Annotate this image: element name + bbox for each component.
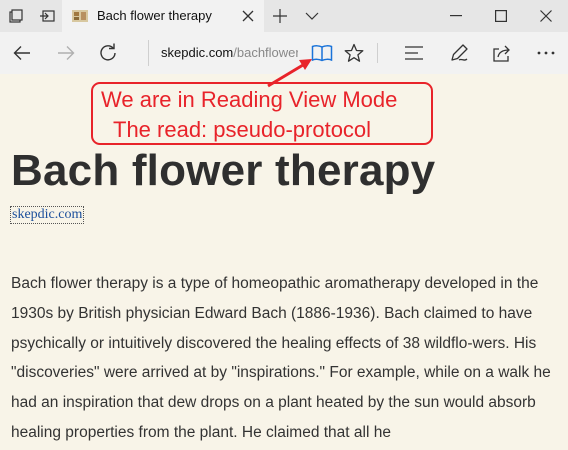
star-icon[interactable]: [334, 32, 374, 74]
annotation-line-1: We are in Reading View Mode: [101, 87, 398, 112]
minimize-icon[interactable]: [436, 0, 476, 32]
toolbar-divider: [377, 43, 378, 63]
share-icon[interactable]: [482, 32, 522, 74]
source-link[interactable]: skepdic.com: [9, 206, 85, 224]
close-icon[interactable]: [238, 6, 258, 26]
annotation-callout: We are in Reading View Mode The read: ps…: [91, 82, 433, 145]
article-body: Bach flower therapy is a type of homeopa…: [11, 275, 551, 441]
address-domain: skepdic.com: [161, 45, 234, 60]
refresh-icon[interactable]: [88, 32, 128, 74]
tab-actions-icon[interactable]: [0, 0, 32, 32]
close-icon[interactable]: [526, 0, 566, 32]
chevron-down-icon[interactable]: [298, 0, 326, 32]
forward-arrow-icon[interactable]: [46, 32, 86, 74]
plus-icon[interactable]: [266, 0, 294, 32]
page-favicon-icon: [71, 7, 89, 25]
maximize-icon[interactable]: [481, 0, 521, 32]
pen-icon[interactable]: [439, 32, 479, 74]
article-title: Bach flower therapy: [11, 146, 436, 195]
tab-bar: Bach flower therapy: [0, 0, 568, 32]
tab-bach-flower-therapy[interactable]: Bach flower therapy: [62, 0, 264, 32]
address-path: /bachflower.html: [233, 45, 298, 60]
set-aside-tabs-icon[interactable]: [32, 0, 62, 32]
ellipsis-icon[interactable]: [526, 32, 566, 74]
navigation-bar: skepdic.com/bachflower.html: [0, 32, 568, 74]
tab-title: Bach flower therapy: [97, 8, 212, 23]
hub-icon[interactable]: [394, 32, 434, 74]
address-bar[interactable]: skepdic.com/bachflower.html: [148, 40, 298, 66]
back-arrow-icon[interactable]: [2, 32, 42, 74]
annotation-line-2: The read: pseudo-protocol: [113, 117, 372, 142]
